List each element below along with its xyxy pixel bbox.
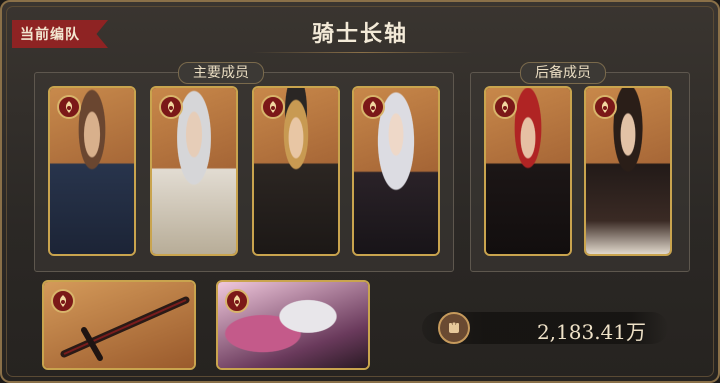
team-formation-panel: 当前编队 骑士长轴 主要成员 后备成员 2,183.41万 (0, 0, 720, 383)
team-power-display: 2,183.41万 (422, 308, 668, 348)
power-value: 2,183.41万 (536, 320, 646, 344)
faction-emblem-icon (225, 289, 249, 313)
main-members-label: 主要成员 (178, 62, 264, 84)
faction-emblem-icon (361, 95, 385, 119)
faction-emblem-icon (261, 95, 285, 119)
title-divider (252, 52, 472, 53)
weapon-card[interactable] (42, 280, 196, 370)
main-member-card-1[interactable] (48, 86, 136, 256)
faction-emblem-icon (493, 95, 517, 119)
main-member-card-4[interactable] (352, 86, 440, 256)
reserve-member-card-2[interactable] (584, 86, 672, 256)
team-title: 骑士长轴 (311, 21, 408, 47)
reserve-members-label: 后备成员 (520, 62, 606, 84)
fist-icon (438, 312, 470, 344)
main-member-card-2[interactable] (150, 86, 238, 256)
reserve-member-card-1[interactable] (484, 86, 572, 256)
faction-emblem-icon (593, 95, 617, 119)
main-member-card-3[interactable] (252, 86, 340, 256)
faction-emblem-icon (159, 95, 183, 119)
companion-card[interactable] (216, 280, 370, 370)
faction-emblem-icon (57, 95, 81, 119)
faction-emblem-icon (51, 289, 75, 313)
